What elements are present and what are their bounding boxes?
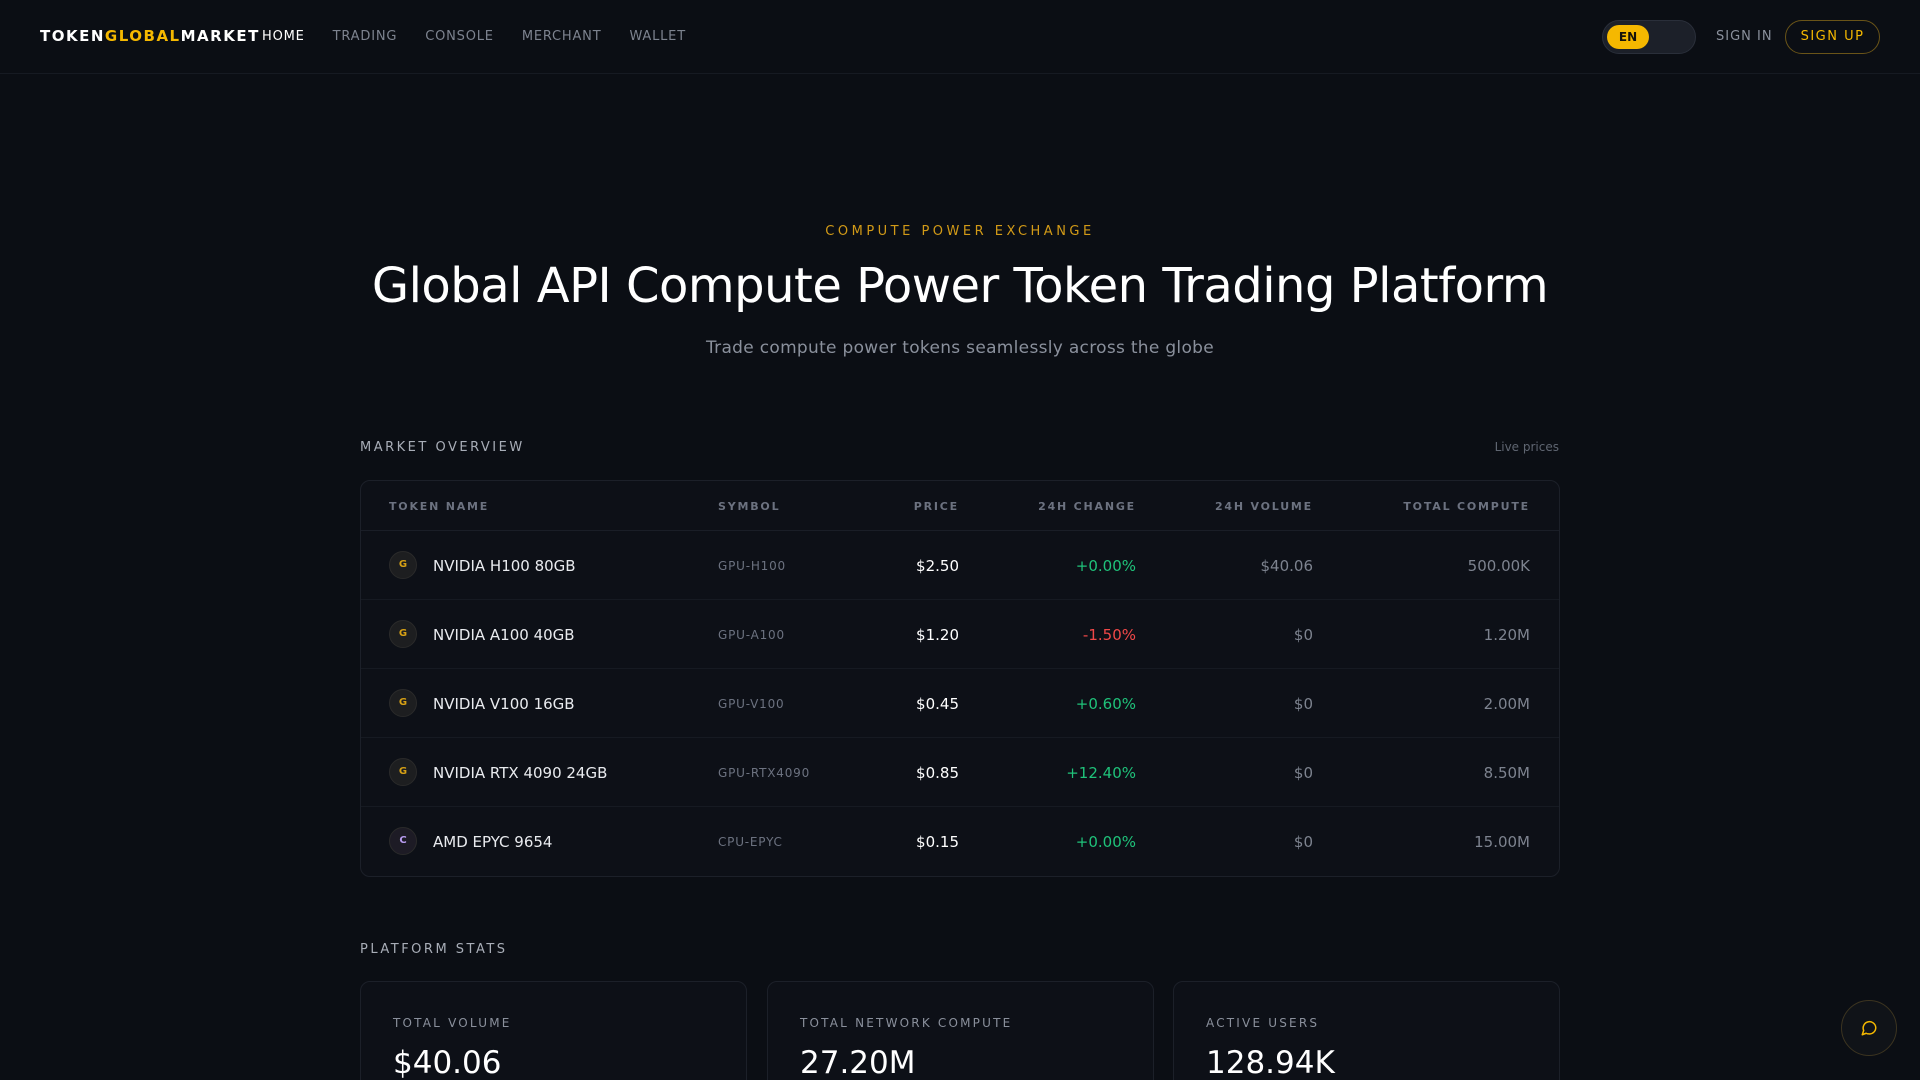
stat-card-active-users: ACTIVE USERS 128.94K (1173, 981, 1560, 1080)
col-symbol[interactable]: SYMBOL (718, 500, 780, 513)
platform-stats-label: PLATFORM STATS (360, 942, 508, 957)
sign-up-button[interactable]: SIGN UP (1785, 20, 1880, 54)
nav-trading[interactable]: TRADING (333, 29, 398, 44)
stat-value: 128.94K (1206, 1045, 1335, 1080)
live-prices-label: Live prices (1494, 440, 1559, 454)
token-price: $0.15 (916, 833, 959, 851)
hero-title: Global API Compute Power Token Trading P… (371, 258, 1549, 314)
token-volume: $0 (1293, 695, 1313, 713)
gpu-badge-icon: G (389, 758, 417, 786)
stat-card-network-compute: TOTAL NETWORK COMPUTE 27.20M (767, 981, 1154, 1080)
token-name: NVIDIA A100 40GB (433, 626, 575, 644)
top-header: TOKENGLOBALMARKET HOME TRADING CONSOLE M… (0, 0, 1920, 74)
stat-card-total-volume: TOTAL VOLUME $40.06 (360, 981, 747, 1080)
token-compute: 15.00M (1474, 833, 1530, 851)
stat-value: $40.06 (393, 1045, 502, 1080)
sign-in-link[interactable]: SIGN IN (1716, 29, 1773, 44)
stat-label: TOTAL NETWORK COMPUTE (800, 1016, 1013, 1030)
main-nav: HOME TRADING CONSOLE MERCHANT WALLET (262, 29, 714, 44)
nav-home[interactable]: HOME (262, 29, 305, 44)
cpu-badge-icon: C (389, 827, 417, 855)
chat-button[interactable] (1841, 1000, 1897, 1056)
token-name: NVIDIA RTX 4090 24GB (433, 764, 608, 782)
token-compute: 8.50M (1483, 764, 1530, 782)
token-compute: 500.00K (1467, 557, 1530, 575)
token-symbol: GPU-RTX4090 (718, 766, 811, 780)
col-token-name[interactable]: TOKEN NAME (389, 500, 489, 513)
gpu-badge-icon: G (389, 620, 417, 648)
token-symbol: CPU-EPYC (718, 835, 783, 849)
table-row[interactable]: G NVIDIA V100 16GB GPU-V100 $0.45 +0.60%… (361, 669, 1559, 738)
table-header: TOKEN NAME SYMBOL PRICE 24H CHANGE 24H V… (361, 481, 1559, 531)
stat-value: 27.20M (800, 1045, 916, 1080)
language-en-option[interactable]: EN (1607, 25, 1649, 49)
language-toggle[interactable]: EN (1602, 20, 1696, 54)
token-price: $2.50 (916, 557, 959, 575)
col-24h-change[interactable]: 24H CHANGE (1038, 500, 1136, 513)
token-volume: $40.06 (1260, 557, 1314, 575)
token-change: +12.40% (1066, 764, 1136, 782)
token-change: +0.60% (1075, 695, 1136, 713)
nav-merchant[interactable]: MERCHANT (522, 29, 602, 44)
table-row[interactable]: G NVIDIA RTX 4090 24GB GPU-RTX4090 $0.85… (361, 738, 1559, 807)
token-change: +0.00% (1075, 833, 1136, 851)
token-symbol: GPU-H100 (718, 559, 786, 573)
table-row[interactable]: G NVIDIA H100 80GB GPU-H100 $2.50 +0.00%… (361, 531, 1559, 600)
token-compute: 1.20M (1483, 626, 1530, 644)
nav-wallet[interactable]: WALLET (629, 29, 685, 44)
token-change: +0.00% (1075, 557, 1136, 575)
brand-logo[interactable]: TOKENGLOBALMARKET (40, 27, 260, 45)
token-volume: $0 (1293, 764, 1313, 782)
token-change: -1.50% (1082, 626, 1136, 644)
token-name: NVIDIA V100 16GB (433, 695, 575, 713)
token-volume: $0 (1293, 833, 1313, 851)
token-symbol: GPU-A100 (718, 628, 785, 642)
stat-label: ACTIVE USERS (1206, 1016, 1320, 1030)
col-24h-volume[interactable]: 24H VOLUME (1215, 500, 1313, 513)
col-price[interactable]: PRICE (914, 500, 959, 513)
token-price: $0.85 (916, 764, 959, 782)
gpu-badge-icon: G (389, 689, 417, 717)
token-name: NVIDIA H100 80GB (433, 557, 576, 575)
logo-token: TOKEN (40, 27, 105, 45)
table-row[interactable]: C AMD EPYC 9654 CPU-EPYC $0.15 +0.00% $0… (361, 807, 1559, 876)
token-name: AMD EPYC 9654 (433, 833, 553, 851)
stat-label: TOTAL VOLUME (393, 1016, 512, 1030)
token-symbol: GPU-V100 (718, 697, 785, 711)
nav-console[interactable]: CONSOLE (425, 29, 494, 44)
token-volume: $0 (1293, 626, 1313, 644)
logo-global: GLOBAL (104, 27, 181, 45)
token-price: $1.20 (916, 626, 959, 644)
token-price: $0.45 (916, 695, 959, 713)
market-overview-label: MARKET OVERVIEW (360, 440, 525, 455)
market-table: TOKEN NAME SYMBOL PRICE 24H CHANGE 24H V… (360, 480, 1560, 877)
token-compute: 2.00M (1483, 695, 1530, 713)
logo-market: MARKET (180, 27, 260, 45)
chat-bubble-icon (1861, 1020, 1877, 1036)
hero-subtitle: Trade compute power tokens seamlessly ac… (705, 338, 1215, 358)
table-row[interactable]: G NVIDIA A100 40GB GPU-A100 $1.20 -1.50%… (361, 600, 1559, 669)
hero-eyebrow: COMPUTE POWER EXCHANGE (825, 224, 1095, 239)
col-total-compute[interactable]: TOTAL COMPUTE (1403, 500, 1530, 513)
gpu-badge-icon: G (389, 551, 417, 579)
